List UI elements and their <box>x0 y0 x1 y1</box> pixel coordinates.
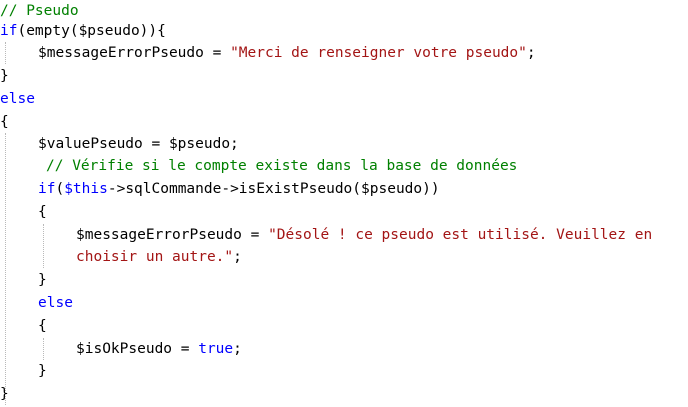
code-line: { <box>38 315 47 337</box>
code-token: ( <box>55 181 65 197</box>
code-token: $messageErrorPseudo = <box>76 227 269 243</box>
code-token: // Vérifie si le compte existe dans la b… <box>46 158 518 174</box>
code-line: } <box>38 360 47 382</box>
code-token: $this <box>64 181 108 197</box>
code-token: ->sqlCommande->isExistPseudo($pseudo)) <box>107 181 440 197</box>
code-token: $messageErrorPseudo = <box>38 45 231 61</box>
code-editor[interactable]: // Pseudo if(empty($pseudo)){$messageErro… <box>0 0 688 407</box>
code-token: // Pseudo <box>0 3 79 19</box>
indent-guide <box>5 42 6 64</box>
code-line: if(empty($pseudo)){ <box>0 20 166 42</box>
code-token: } <box>38 363 47 379</box>
code-line: else <box>0 88 35 110</box>
indent-guide <box>5 133 6 405</box>
code-token: } <box>38 272 47 288</box>
code-line: $messageErrorPseudo = "Désolé ! ce pseud… <box>76 224 652 246</box>
code-token: if <box>0 23 18 39</box>
code-token: (empty($pseudo)){ <box>17 23 166 39</box>
indent-guide <box>43 338 44 360</box>
code-token: { <box>38 204 47 220</box>
code-token: else <box>38 295 73 311</box>
code-line: else <box>38 292 73 314</box>
code-line: $isOkPseudo = true; <box>76 338 242 360</box>
code-token: else <box>0 91 35 107</box>
code-token: $isOkPseudo = <box>76 341 199 357</box>
code-token: ; <box>526 45 536 61</box>
code-line: } <box>38 269 47 291</box>
code-token: $valuePseudo = $pseudo; <box>38 136 239 152</box>
code-line: $messageErrorPseudo = "Merci de renseign… <box>38 42 536 64</box>
code-token: true <box>198 341 234 357</box>
code-line: { <box>0 111 9 133</box>
code-line: // Pseudo <box>0 0 79 22</box>
code-line: $valuePseudo = $pseudo; <box>38 133 239 155</box>
code-token: if <box>38 181 56 197</box>
code-line: if($this->sqlCommande->isExistPseudo($ps… <box>38 178 440 200</box>
indent-guide <box>43 224 44 268</box>
code-token: choisir un autre." <box>76 249 234 265</box>
code-token: ; <box>233 341 242 357</box>
code-line: // Vérifie si le compte existe dans la b… <box>46 155 517 177</box>
code-token: { <box>0 114 9 130</box>
code-line: { <box>38 201 47 223</box>
code-token: } <box>0 68 9 84</box>
code-token: { <box>38 318 47 334</box>
code-token: ; <box>233 249 242 265</box>
code-line: choisir un autre."; <box>76 246 242 268</box>
code-token: "Désolé ! ce pseudo est utilisé. Veuille… <box>268 227 653 243</box>
code-token: "Merci de renseigner votre pseudo" <box>230 45 527 61</box>
code-line: } <box>0 65 9 87</box>
